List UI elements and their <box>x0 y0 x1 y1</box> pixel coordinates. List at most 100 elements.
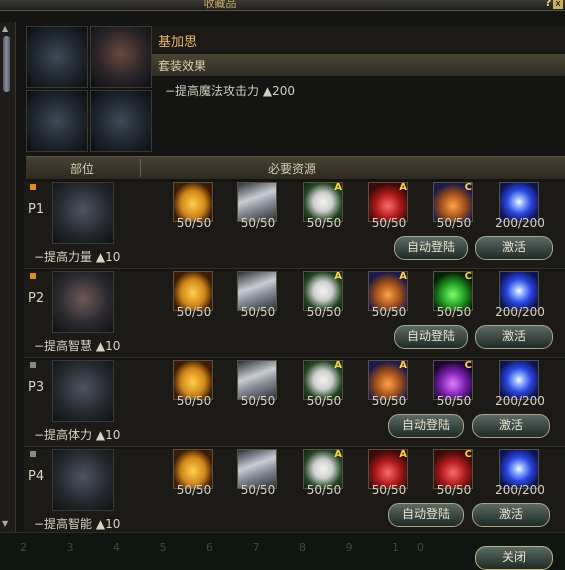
grade-badge: A <box>399 182 407 193</box>
activate-button[interactable]: 激活 <box>472 503 550 527</box>
resource-slot[interactable]: 50/50 <box>173 449 213 497</box>
row-code: P4 <box>28 469 45 484</box>
resource-slot[interactable]: A 50/50 <box>368 182 408 230</box>
scroll-down-arrow-icon[interactable]: ▼ <box>2 519 8 528</box>
row-marker <box>30 362 36 368</box>
auto-register-button[interactable]: 自动登陆 <box>394 236 468 260</box>
row-marker <box>30 273 36 279</box>
part-portrait[interactable] <box>52 360 114 422</box>
resource-slot[interactable]: C 50/50 <box>433 182 473 230</box>
row-stat: −提高智能 ▲10 <box>34 517 121 531</box>
resource-count: 50/50 <box>436 394 472 408</box>
resource-count: 50/50 <box>240 394 276 408</box>
resource-count: 50/50 <box>176 216 212 230</box>
collection-window: 收藏品 ? x ▲ ▼ 基加思 套装效果 −提高魔法攻击力 ▲200 部位 必要… <box>0 0 565 570</box>
resource-slot[interactable]: A 50/50 <box>368 360 408 408</box>
resource-slot[interactable]: 200/200 <box>495 182 545 230</box>
resource-slot[interactable]: 50/50 <box>237 360 277 408</box>
row-stat: −提高智慧 ▲10 <box>34 339 121 353</box>
resource-slot[interactable]: A 50/50 <box>303 271 343 319</box>
grade-badge: A <box>334 449 342 460</box>
resource-slot[interactable]: 50/50 <box>173 271 213 319</box>
resource-count: 50/50 <box>371 216 407 230</box>
set-preview-image <box>90 26 152 88</box>
set-preview-image <box>90 90 152 152</box>
resource-count: 50/50 <box>240 216 276 230</box>
table-row: P1 −提高力量 ▲10 50/50 50/50 A 50/50 A 50/50 C… <box>24 182 565 269</box>
resource-count: 50/50 <box>371 394 407 408</box>
resource-count: 50/50 <box>371 305 407 319</box>
column-header-resources: 必要资源 <box>267 162 316 176</box>
header-divider <box>140 159 141 177</box>
scroll-thumb[interactable] <box>3 36 10 92</box>
resource-count: 200/200 <box>495 305 545 319</box>
table-header: 部位 必要资源 <box>26 156 565 179</box>
resource-count: 200/200 <box>495 483 545 497</box>
resource-slot[interactable]: 50/50 <box>237 271 277 319</box>
part-portrait[interactable] <box>52 449 114 511</box>
resource-count: 200/200 <box>495 216 545 230</box>
grade-badge: A <box>399 360 407 371</box>
activate-button[interactable]: 激活 <box>475 236 553 260</box>
grade-badge: C <box>464 360 472 371</box>
window-title: 收藏品 <box>203 0 237 10</box>
resource-slot[interactable]: A 50/50 <box>368 449 408 497</box>
resource-count: 50/50 <box>306 305 342 319</box>
grade-badge: C <box>464 271 472 282</box>
resource-count: 50/50 <box>436 216 472 230</box>
resource-slot[interactable]: 200/200 <box>495 271 545 319</box>
resource-slot[interactable]: 200/200 <box>495 449 545 497</box>
resource-count: 50/50 <box>240 305 276 319</box>
resource-slot[interactable]: A 50/50 <box>303 360 343 408</box>
auto-register-button[interactable]: 自动登陆 <box>388 414 464 438</box>
row-code: P1 <box>28 202 45 217</box>
resource-count: 50/50 <box>176 394 212 408</box>
resource-slot[interactable]: C 50/50 <box>433 271 473 319</box>
resource-slot[interactable]: C 50/50 <box>433 360 473 408</box>
set-name-bar: 基加思 <box>152 26 565 52</box>
grade-badge: C <box>464 449 472 460</box>
title-bar[interactable]: 收藏品 ? x <box>0 0 565 11</box>
resource-slot[interactable]: A 50/50 <box>303 182 343 230</box>
resource-slot[interactable]: 50/50 <box>173 360 213 408</box>
close-button[interactable]: 关闭 <box>475 546 553 570</box>
resource-count: 50/50 <box>436 483 472 497</box>
resource-slot[interactable]: 50/50 <box>237 182 277 230</box>
row-code: P2 <box>28 291 45 306</box>
set-preview-image <box>26 90 88 152</box>
column-header-part: 部位 <box>69 162 94 176</box>
part-portrait[interactable] <box>52 271 114 333</box>
resource-slot[interactable]: 200/200 <box>495 360 545 408</box>
set-effect-header: 套装效果 <box>152 54 565 76</box>
table-row: P4 −提高智能 ▲10 50/50 50/50 A 50/50 A 50/50 C… <box>24 449 565 536</box>
resource-slot[interactable]: C 50/50 <box>433 449 473 497</box>
activate-button[interactable]: 激活 <box>475 325 553 349</box>
resource-slot[interactable]: 50/50 <box>237 449 277 497</box>
row-stat: −提高体力 ▲10 <box>34 428 121 442</box>
resource-count: 50/50 <box>240 483 276 497</box>
set-effect-text: −提高魔法攻击力 ▲200 <box>165 84 296 98</box>
close-x-button[interactable]: x <box>553 0 563 9</box>
resource-slot[interactable]: 50/50 <box>173 182 213 230</box>
grade-badge: A <box>334 182 342 193</box>
auto-register-button[interactable]: 自动登陆 <box>388 503 464 527</box>
resource-count: 50/50 <box>371 483 407 497</box>
scroll-up-arrow-icon[interactable]: ▲ <box>2 24 8 33</box>
grade-badge: C <box>464 182 472 193</box>
footer-page-numbers: 2 3 4 5 6 7 8 9 10 <box>20 541 442 554</box>
resource-count: 50/50 <box>436 305 472 319</box>
help-button[interactable]: ? <box>545 0 551 9</box>
table-row: P3 −提高体力 ▲10 50/50 50/50 A 50/50 A 50/50 C… <box>24 360 565 447</box>
set-preview-image <box>26 26 88 88</box>
resource-count: 50/50 <box>176 483 212 497</box>
grade-badge: A <box>334 271 342 282</box>
part-portrait[interactable] <box>52 182 114 244</box>
grade-badge: A <box>399 271 407 282</box>
resource-slot[interactable]: A 50/50 <box>368 271 408 319</box>
scrollbar[interactable]: ▲ ▼ <box>0 22 16 532</box>
auto-register-button[interactable]: 自动登陆 <box>394 325 468 349</box>
resource-slot[interactable]: A 50/50 <box>303 449 343 497</box>
grade-badge: A <box>334 360 342 371</box>
activate-button[interactable]: 激活 <box>472 414 550 438</box>
set-name: 基加思 <box>158 35 198 50</box>
